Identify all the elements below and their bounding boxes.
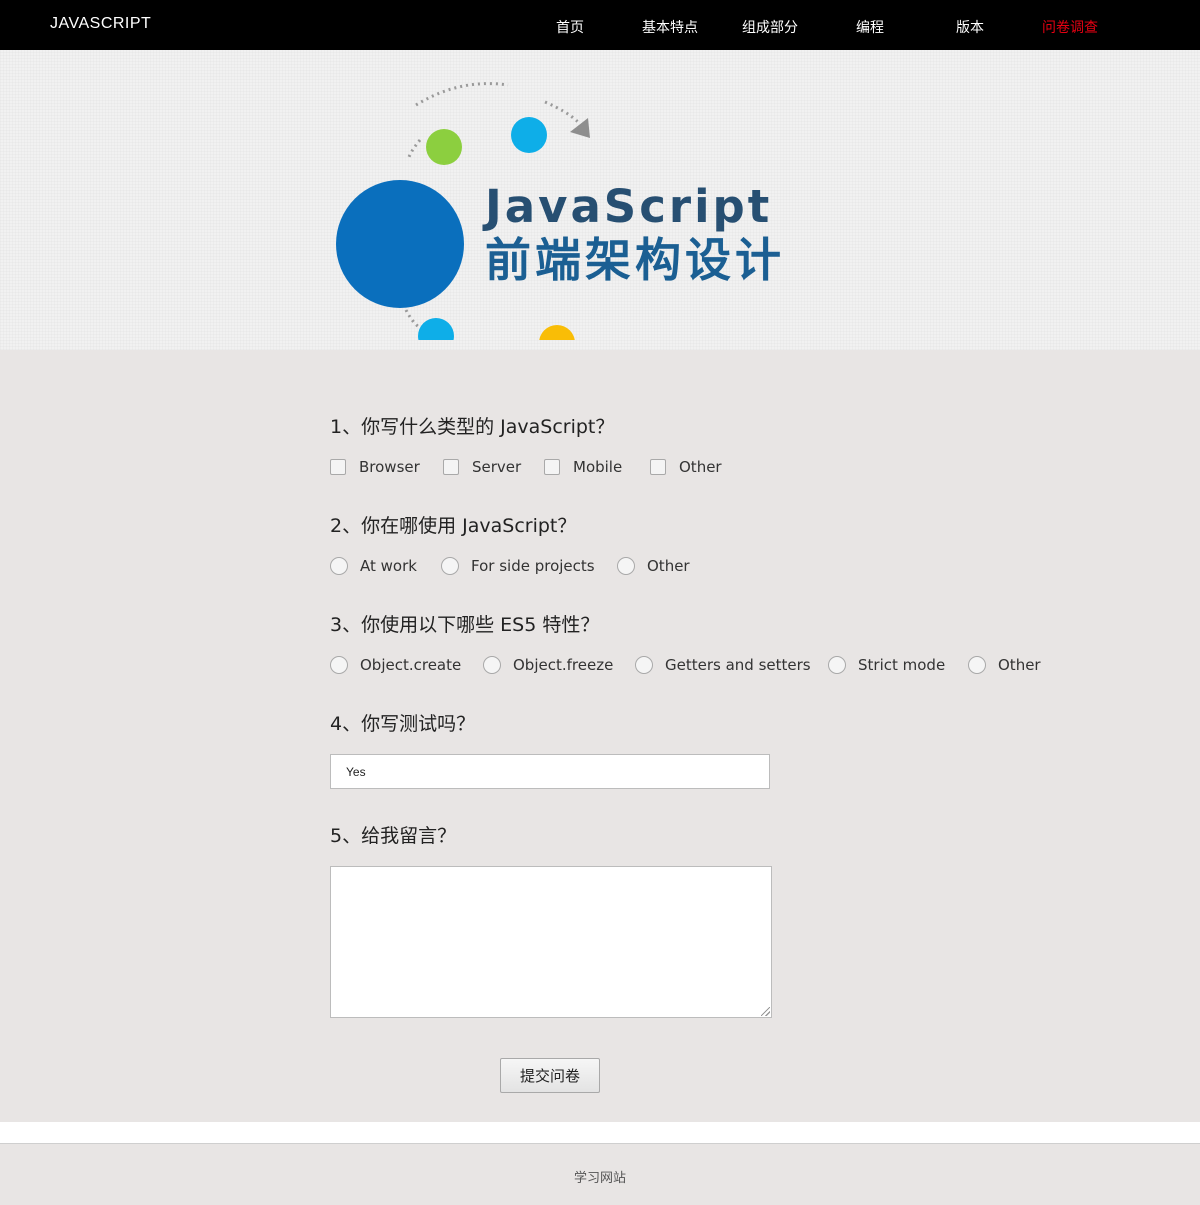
logo-arc-bottom-left — [404, 309, 421, 330]
option-label: Server — [472, 458, 522, 476]
q3-option-other[interactable]: Other — [968, 656, 1041, 674]
option-label: Object.freeze — [513, 656, 614, 674]
question-3-title: 3、你使用以下哪些 ES5 特性？ — [330, 614, 600, 636]
question-2-title: 2、你在哪使用 JavaScript？ — [330, 515, 577, 537]
radio-button[interactable] — [441, 557, 459, 575]
nav-item-survey[interactable]: 问卷调查 — [1020, 17, 1120, 37]
option-label: Other — [679, 458, 722, 476]
checkbox[interactable] — [544, 459, 560, 475]
nav-item-components[interactable]: 组成部分 — [720, 17, 820, 37]
radio-button[interactable] — [483, 656, 501, 674]
survey-form: 1、你写什么类型的 JavaScript？ Browser Server Mob… — [0, 350, 1200, 1122]
nav-item-features[interactable]: 基本特点 — [620, 17, 720, 37]
q1-option-mobile[interactable]: Mobile — [544, 458, 622, 476]
q1-option-browser[interactable]: Browser — [330, 458, 420, 476]
logo-title: JavaScript — [482, 180, 772, 233]
message-textarea[interactable] — [330, 866, 772, 1018]
javascript-logo: JavaScript 前端架构设计 — [336, 82, 785, 340]
nav-item-home[interactable]: 首页 — [520, 17, 620, 37]
radio-button[interactable] — [635, 656, 653, 674]
footer-text: 学习网站 — [573, 1171, 626, 1186]
logo-cyan-dot-bottom — [418, 318, 454, 340]
logo-arc-top — [415, 82, 509, 107]
logo-arc-left — [406, 139, 422, 161]
logo-main-circle — [336, 180, 464, 308]
radio-button[interactable] — [330, 557, 348, 575]
submit-survey-button[interactable]: 提交问卷 — [500, 1058, 600, 1093]
question-1-title: 1、你写什么类型的 JavaScript？ — [330, 416, 615, 438]
question-5-title: 5、给我留言？ — [330, 825, 457, 847]
tests-answer-input[interactable] — [330, 754, 770, 789]
radio-button[interactable] — [828, 656, 846, 674]
q3-option-object-freeze[interactable]: Object.freeze — [483, 656, 613, 674]
option-label: Mobile — [573, 458, 623, 476]
q2-option-side-projects[interactable]: For side projects — [441, 557, 595, 575]
logo-yellow-dot — [539, 325, 575, 340]
radio-button[interactable] — [617, 557, 635, 575]
top-navbar: JAVASCRIPT 首页 基本特点 组成部分 编程 版本 问卷调查 — [0, 0, 1200, 50]
resize-handle-icon[interactable] — [761, 1007, 770, 1016]
logo-arc-top-right — [544, 100, 580, 124]
q2-option-at-work[interactable]: At work — [330, 557, 417, 575]
option-label: Strict mode — [858, 656, 946, 674]
radio-button[interactable] — [330, 656, 348, 674]
option-label: Object.create — [360, 656, 462, 674]
q1-option-server[interactable]: Server — [443, 458, 521, 476]
option-label: Other — [998, 656, 1041, 674]
logo-cyan-dot-top — [511, 117, 547, 153]
option-label: Other — [647, 557, 690, 575]
q3-option-strict-mode[interactable]: Strict mode — [828, 656, 945, 674]
q3-option-object-create[interactable]: Object.create — [330, 656, 461, 674]
checkbox[interactable] — [330, 459, 346, 475]
q2-option-other[interactable]: Other — [617, 557, 690, 575]
option-label: Browser — [359, 458, 420, 476]
question-4-title: 4、你写测试吗？ — [330, 713, 476, 735]
site-brand[interactable]: JAVASCRIPT — [50, 15, 151, 33]
footer: 学习网站 — [0, 1143, 1200, 1205]
nav-item-programming[interactable]: 编程 — [820, 17, 920, 37]
option-label: For side projects — [471, 557, 595, 575]
logo-subtitle: 前端架构设计 — [485, 233, 785, 287]
nav-item-versions[interactable]: 版本 — [920, 17, 1020, 37]
checkbox[interactable] — [650, 459, 666, 475]
checkbox[interactable] — [443, 459, 459, 475]
hero-banner: JavaScript 前端架构设计 — [0, 50, 1200, 350]
logo-arrow-icon — [570, 118, 590, 138]
q1-option-other[interactable]: Other — [650, 458, 722, 476]
radio-button[interactable] — [968, 656, 986, 674]
q3-option-getters-setters[interactable]: Getters and setters — [635, 656, 811, 674]
option-label: At work — [360, 557, 417, 575]
option-label: Getters and setters — [665, 656, 811, 674]
logo-green-dot-top — [426, 129, 462, 165]
